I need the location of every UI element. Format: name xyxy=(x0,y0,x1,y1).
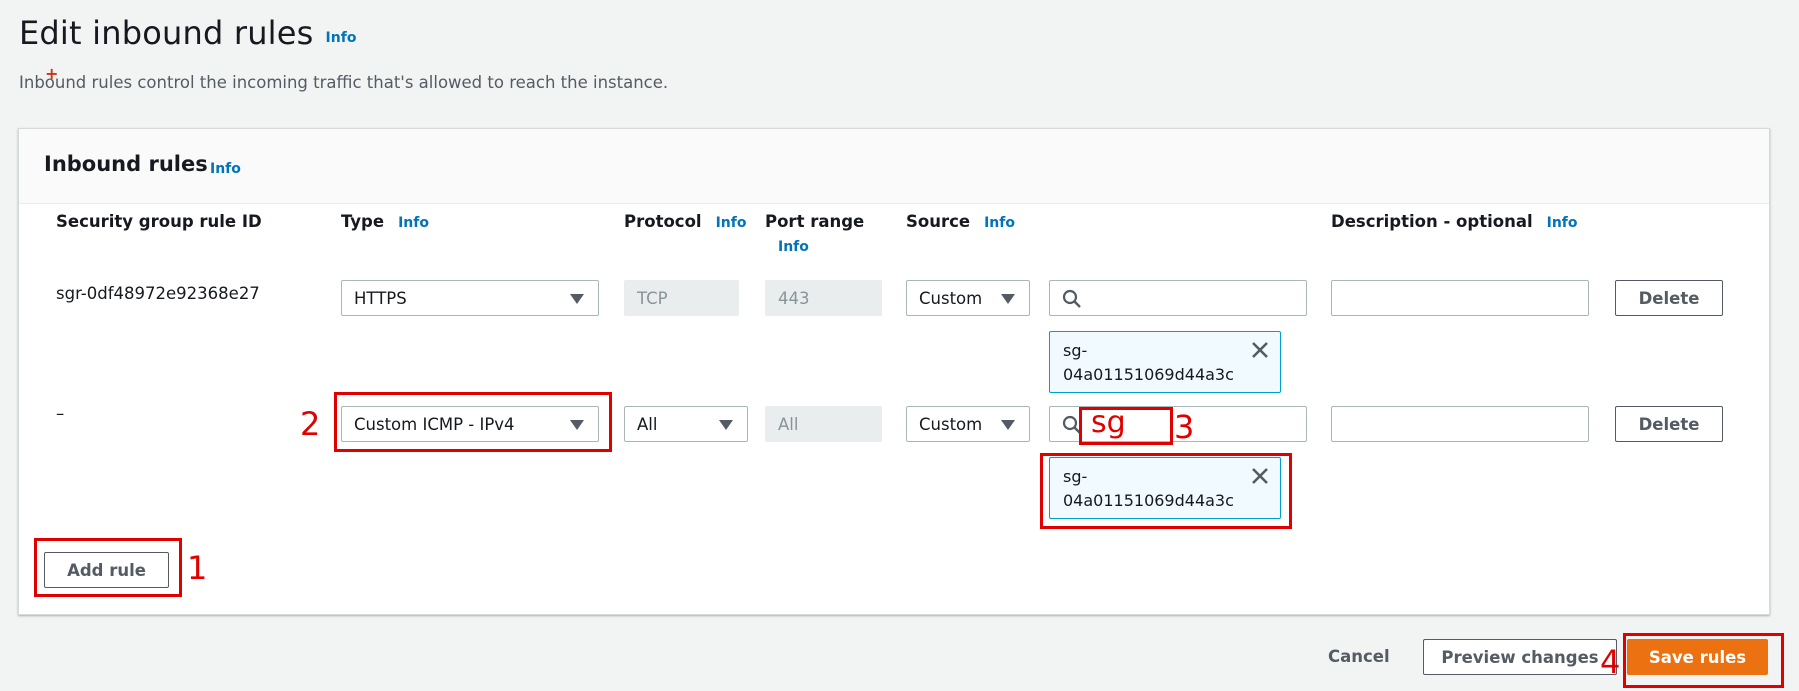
caret-down-icon xyxy=(719,420,733,430)
search-icon xyxy=(1062,289,1081,308)
inbound-rules-panel: Inbound rules Info Security group rule I… xyxy=(18,128,1770,615)
preview-changes-button[interactable]: Preview changes xyxy=(1423,639,1617,675)
token-text-line2: 04a01151069d44a3c xyxy=(1063,365,1234,384)
source-search-input[interactable] xyxy=(1049,280,1307,316)
annotation-box-add-rule xyxy=(34,538,182,597)
description-info-link[interactable]: Info xyxy=(1547,215,1578,231)
annotation-box-search xyxy=(1079,407,1173,445)
close-icon[interactable] xyxy=(1250,340,1270,360)
port-range-info-link[interactable]: Info xyxy=(778,239,809,255)
col-protocol: Protocol Info xyxy=(624,212,746,231)
annotation-box-save xyxy=(1623,633,1784,688)
description-input[interactable] xyxy=(1331,280,1589,316)
delete-button[interactable]: Delete xyxy=(1615,406,1723,442)
description-input[interactable] xyxy=(1331,406,1589,442)
port-range-field: 443 xyxy=(765,280,882,316)
token-text-line1: sg- xyxy=(1063,341,1088,360)
col-source: Source Info xyxy=(906,212,1015,231)
col-port-range: Port range xyxy=(765,212,864,231)
page-title: Edit inbound rules xyxy=(19,14,314,52)
annotation-number-3: 3 xyxy=(1174,408,1195,446)
source-select[interactable]: Custom xyxy=(906,406,1030,442)
port-range-value: All xyxy=(778,414,799,434)
col-rule-id-label: Security group rule ID xyxy=(56,212,262,231)
port-range-value: 443 xyxy=(778,288,810,308)
page-description: Inbound rules control the incoming traff… xyxy=(19,73,669,92)
col-protocol-label: Protocol xyxy=(624,212,702,231)
type-info-link[interactable]: Info xyxy=(398,215,429,231)
source-info-link[interactable]: Info xyxy=(984,215,1015,231)
annotation-number-1: 1 xyxy=(187,549,208,587)
col-source-label: Source xyxy=(906,212,971,231)
col-port-range-label: Port range xyxy=(765,212,865,231)
protocol-select[interactable]: All xyxy=(624,406,748,442)
protocol-value: TCP xyxy=(637,288,668,308)
source-select-value: Custom xyxy=(919,288,983,308)
protocol-field: TCP xyxy=(624,280,739,316)
rule-id: sgr-0df48972e92368e27 xyxy=(56,284,260,303)
source-select[interactable]: Custom xyxy=(906,280,1030,316)
cursor-mark: + xyxy=(45,64,59,83)
type-select[interactable]: HTTPS xyxy=(341,280,599,316)
protocol-select-value: All xyxy=(637,414,658,434)
annotation-box-token xyxy=(1040,453,1292,529)
rule-id: – xyxy=(56,404,65,423)
panel-header: Inbound rules Info xyxy=(19,129,1769,204)
caret-down-icon xyxy=(570,294,584,304)
col-type: Type Info xyxy=(341,212,429,231)
delete-button[interactable]: Delete xyxy=(1615,280,1723,316)
annotation-number-2: 2 xyxy=(300,405,321,443)
panel-info-link[interactable]: Info xyxy=(210,161,241,177)
protocol-info-link[interactable]: Info xyxy=(716,215,747,231)
col-description-label: Description - optional xyxy=(1331,212,1533,231)
annotation-box-type xyxy=(334,392,612,452)
page-info-link[interactable]: Info xyxy=(326,30,357,46)
annotation-number-4: 4 xyxy=(1600,643,1621,681)
source-select-value: Custom xyxy=(919,414,983,434)
source-token: sg- 04a01151069d44a3c xyxy=(1049,331,1281,393)
col-rule-id: Security group rule ID xyxy=(56,212,262,231)
caret-down-icon xyxy=(1001,294,1015,304)
col-description: Description - optional Info xyxy=(1331,212,1578,231)
panel-title: Inbound rules xyxy=(44,152,208,176)
port-range-field: All xyxy=(765,406,882,442)
caret-down-icon xyxy=(1001,420,1015,430)
type-select-value: HTTPS xyxy=(354,288,407,308)
page-title-row: Edit inbound rules Info xyxy=(19,14,356,52)
cancel-button[interactable]: Cancel xyxy=(1328,647,1390,666)
col-type-label: Type xyxy=(341,212,385,231)
